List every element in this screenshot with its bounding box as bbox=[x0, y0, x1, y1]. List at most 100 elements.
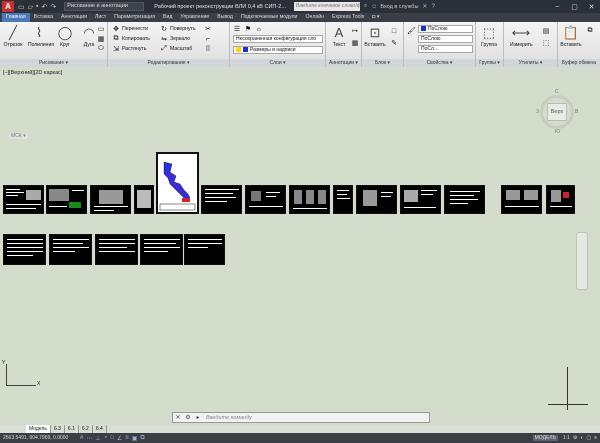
linetype-select[interactable]: ПоСлою bbox=[418, 35, 473, 43]
polyline-button[interactable]: ⌇ Полилиния bbox=[28, 24, 54, 56]
drawing-sheet[interactable] bbox=[46, 185, 87, 214]
exchange-icon[interactable]: ✕ bbox=[422, 3, 427, 10]
compass-north[interactable]: С bbox=[555, 89, 559, 95]
select-all-icon[interactable]: ⬚ bbox=[542, 38, 550, 48]
grid-icon[interactable]: # bbox=[80, 435, 83, 442]
tab-layout-6-1[interactable]: 6.1 bbox=[65, 425, 79, 433]
panel-utilities-title[interactable]: Утилиты ▾ bbox=[504, 59, 557, 67]
line-button[interactable]: ╱ Отрезок bbox=[2, 24, 24, 56]
redo-icon[interactable]: ↷ bbox=[50, 3, 56, 11]
compass-south[interactable]: Ю bbox=[555, 129, 560, 135]
table-icon[interactable]: ▦ bbox=[351, 38, 359, 48]
tab-manage[interactable]: Управление bbox=[176, 13, 213, 22]
panel-draw-title[interactable]: Рисование ▾ bbox=[0, 59, 107, 67]
layer-state-select[interactable]: Несохраненная конфигурация сло bbox=[233, 35, 323, 43]
tab-more[interactable]: ◘ ▾ bbox=[368, 13, 383, 22]
osnap-icon[interactable]: □ bbox=[110, 435, 114, 442]
tab-addins[interactable]: Подключаемые модули bbox=[237, 13, 302, 22]
rectangle-icon[interactable]: ▭ bbox=[97, 24, 105, 34]
array-icon[interactable]: ⠿ bbox=[204, 44, 212, 54]
fillet-icon[interactable]: ⌐ bbox=[204, 34, 212, 44]
drawing-sheet[interactable] bbox=[356, 185, 397, 214]
close-button[interactable]: ✕ bbox=[583, 3, 600, 11]
drawing-sheet[interactable] bbox=[3, 234, 46, 265]
fullscreen-icon[interactable]: ▢ bbox=[586, 435, 591, 441]
drawing-sheet[interactable] bbox=[546, 185, 575, 214]
tab-layout-6-2[interactable]: 6.2 bbox=[79, 425, 93, 433]
model-space-toggle[interactable]: МОДЕЛЬ bbox=[532, 435, 558, 441]
measure-button[interactable]: ⟷ Измерить bbox=[510, 24, 533, 56]
panel-layers-title[interactable]: Слои ▾ bbox=[230, 59, 325, 67]
undo-icon[interactable]: ↶ bbox=[42, 3, 48, 11]
layer-freeze-icon[interactable]: ☼ bbox=[255, 24, 263, 34]
hatch-icon[interactable]: ▦ bbox=[97, 34, 105, 44]
text-button[interactable]: A Текст bbox=[328, 24, 350, 56]
tab-insert[interactable]: Вставка bbox=[30, 13, 57, 22]
tab-parametric[interactable]: Параметризация bbox=[110, 13, 159, 22]
move-button[interactable]: ✥ Перенести bbox=[112, 24, 148, 34]
viewport-controls[interactable]: [–][Верхний][2D каркас] bbox=[3, 70, 62, 76]
mirror-button[interactable]: ⇋ Зеркало bbox=[160, 34, 190, 44]
current-layer-select[interactable]: Размеры и надписи bbox=[233, 46, 323, 54]
minimize-button[interactable]: – bbox=[549, 3, 566, 11]
calculator-icon[interactable]: ▤ bbox=[542, 26, 550, 36]
lineweight-select[interactable]: ПоСл... bbox=[418, 45, 473, 53]
drawing-sheet[interactable] bbox=[400, 185, 441, 214]
panel-properties-title[interactable]: Свойства ▾ bbox=[404, 59, 475, 67]
coordinate-readout[interactable]: 2563.5491, 904.7969, 0.0000 bbox=[0, 435, 78, 441]
tab-annotate[interactable]: Аннотации bbox=[57, 13, 91, 22]
tab-output[interactable]: Вывод bbox=[213, 13, 237, 22]
command-input[interactable]: Введите команду bbox=[206, 415, 252, 421]
trim-icon[interactable]: ✂ bbox=[204, 24, 212, 34]
user-icon[interactable]: ☺ bbox=[371, 4, 377, 10]
drawing-sheet[interactable] bbox=[140, 234, 183, 265]
otrack-icon[interactable]: ∠ bbox=[117, 435, 122, 442]
drawing-sheet[interactable] bbox=[289, 185, 330, 214]
tab-view[interactable]: Вид bbox=[159, 13, 176, 22]
panel-clipboard-title[interactable]: Буфер обмена bbox=[558, 59, 600, 67]
drawing-sheet[interactable] bbox=[444, 185, 485, 214]
create-block-icon[interactable]: □ bbox=[390, 26, 398, 36]
maximize-button[interactable]: ▢ bbox=[566, 3, 583, 11]
close-icon[interactable]: ✕ bbox=[173, 414, 183, 421]
dimension-icon[interactable]: ↦ bbox=[351, 26, 359, 36]
drawing-sheet[interactable] bbox=[3, 185, 44, 214]
viewcube-top-face[interactable]: Верх bbox=[547, 103, 567, 121]
tab-layout[interactable]: Лист bbox=[91, 13, 110, 22]
group-button[interactable]: ⬚ Группа bbox=[478, 24, 500, 56]
drawing-sheet[interactable] bbox=[134, 185, 154, 214]
insert-block-button[interactable]: ⊡ Вставить bbox=[364, 24, 386, 56]
color-select[interactable]: ПоСлою bbox=[418, 25, 473, 33]
search-icon[interactable]: ⌕ bbox=[364, 3, 367, 10]
wcs-menu[interactable]: МСК ▾ bbox=[9, 133, 28, 139]
drawing-sheet[interactable] bbox=[95, 234, 138, 265]
sign-in-link[interactable]: Вход в службы bbox=[380, 4, 418, 10]
tab-online[interactable]: Онлайн bbox=[301, 13, 328, 22]
tab-layout-6-4[interactable]: 6.4 bbox=[93, 425, 107, 433]
panel-modify-title[interactable]: Редактирование ▾ bbox=[108, 59, 229, 67]
drawing-sheet[interactable] bbox=[501, 185, 542, 214]
workspace-icon[interactable]: ⚙ bbox=[573, 435, 577, 441]
drawing-sheet[interactable] bbox=[49, 234, 92, 265]
isolate-icon[interactable]: ◐ bbox=[580, 435, 583, 441]
stretch-button[interactable]: ⇲ Растянуть bbox=[112, 44, 146, 54]
command-line[interactable]: ✕ ⚙ ▸ Введите команду bbox=[172, 412, 430, 423]
drawing-sheet[interactable] bbox=[184, 234, 225, 265]
compass-west[interactable]: З bbox=[536, 109, 539, 115]
lineweight-icon[interactable]: ≡ bbox=[125, 435, 129, 442]
search-input[interactable]: Введите ключевое слово/фразу bbox=[293, 2, 360, 11]
ellipse-icon[interactable]: ⬭ bbox=[97, 44, 105, 54]
drawing-sheet[interactable] bbox=[245, 185, 286, 214]
match-properties-icon[interactable]: 🖌 bbox=[407, 26, 416, 36]
panel-groups-title[interactable]: Группы ▾ bbox=[476, 59, 503, 67]
drawing-sheet[interactable] bbox=[90, 185, 131, 214]
customize-icon[interactable]: ≡ bbox=[594, 435, 597, 441]
layer-properties-icon[interactable]: ☰ bbox=[233, 24, 241, 34]
selection-cycling-icon[interactable]: ⧉ bbox=[140, 435, 144, 442]
help-icon[interactable]: ? bbox=[431, 4, 434, 10]
paste-button[interactable]: 📋 Вставить bbox=[560, 24, 582, 56]
tab-model[interactable]: Модель bbox=[26, 425, 51, 433]
ortho-icon[interactable]: ⊥ bbox=[95, 435, 100, 442]
open-icon[interactable]: ▱ bbox=[28, 3, 33, 11]
save-icon[interactable]: ▪ bbox=[36, 3, 38, 10]
